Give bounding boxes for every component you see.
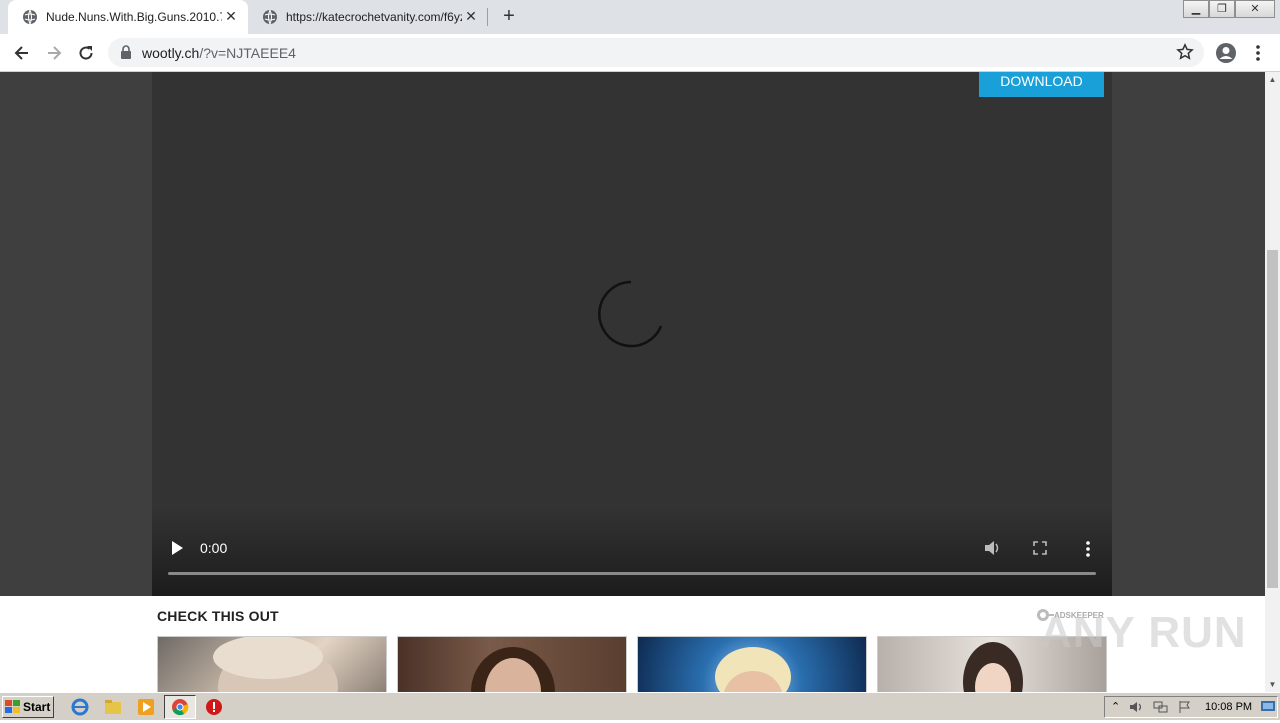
speaker-icon[interactable] [1129,700,1145,714]
promo-thumbnail[interactable] [157,636,387,692]
video-player[interactable]: DOWNLOAD 0:00 [152,72,1112,596]
address-bar[interactable]: wootly.ch/?v=NJTAEEE4 [108,38,1204,67]
tab-strip: Nude.Nuns.With.Big.Guns.2010.720 ✕ https… [0,0,1280,34]
taskbar: Start ⌃ 10:08 PM [0,692,1280,720]
reload-icon[interactable] [74,41,98,65]
thumbnail-image [715,647,791,692]
more-options-icon[interactable] [1082,540,1094,558]
tab-title: https://katecrochetvanity.com/f6yz [286,10,462,24]
current-time: 0:00 [200,540,228,556]
system-tray: ⌃ 10:08 PM [1104,696,1278,718]
section-title: CHECK THIS OUT [157,608,279,624]
tab-close-icon[interactable]: ✕ [224,9,238,23]
url-host: wootly.ch [142,45,200,61]
tray-expand-icon[interactable]: ⌃ [1111,700,1120,713]
folder-icon[interactable] [103,697,123,717]
url-path: /?v=NJTAEEE4 [199,45,296,61]
scroll-thumb[interactable] [1267,250,1278,588]
back-icon[interactable] [10,41,34,65]
start-label: Start [23,700,51,714]
tab-close-icon[interactable]: ✕ [464,9,478,23]
fullscreen-icon[interactable] [1032,540,1048,556]
page-scrollbar[interactable]: ▲ ▼ [1265,72,1280,692]
browser-toolbar: wootly.ch/?v=NJTAEEE4 [0,34,1280,72]
forward-icon[interactable] [42,41,66,65]
flag-icon[interactable] [1177,700,1193,714]
taskbar-chrome-button[interactable] [164,695,196,719]
tab-inactive[interactable]: https://katecrochetvanity.com/f6yz ✕ [248,0,488,34]
controls-gradient [152,506,1112,596]
url-text: wootly.ch/?v=NJTAEEE4 [142,45,296,61]
network-icon[interactable] [1153,700,1169,714]
tab-divider [487,8,488,26]
tab-title: Nude.Nuns.With.Big.Guns.2010.720 [46,10,222,24]
show-desktop-icon[interactable] [1261,701,1275,713]
scroll-down-icon[interactable]: ▼ [1265,677,1280,692]
page-viewport: DOWNLOAD 0:00 CHECK THIS OUT ADSKEEPER [0,72,1265,692]
globe-icon [263,9,277,25]
scroll-up-icon[interactable]: ▲ [1265,72,1280,87]
loading-spinner-icon [598,280,663,348]
seek-bar[interactable] [168,572,1096,575]
globe-icon [23,9,37,25]
tab-active[interactable]: Nude.Nuns.With.Big.Guns.2010.720 ✕ [8,0,248,34]
media-player-icon[interactable] [136,697,156,717]
windows-logo-icon [5,700,20,713]
download-button[interactable]: DOWNLOAD [979,72,1104,97]
bookmark-star-icon[interactable] [1176,43,1194,61]
promo-thumbnail[interactable] [397,636,627,692]
thumbnail-image [471,647,555,692]
volume-icon[interactable] [983,539,1001,557]
profile-icon[interactable] [1215,42,1237,64]
lock-icon [121,45,131,59]
minimize-icon[interactable]: ▁ [1183,0,1209,18]
restore-icon[interactable]: ❐ [1209,0,1235,18]
watermark: ANY RUN [1040,608,1247,657]
clock: 10:08 PM [1205,701,1253,713]
start-button[interactable]: Start [2,696,54,718]
play-icon[interactable] [170,540,184,556]
promo-thumbnail[interactable] [637,636,867,692]
chrome-icon [172,699,189,716]
internet-explorer-icon[interactable] [70,697,90,717]
new-tab-icon[interactable]: + [499,6,519,26]
stop-sign-icon[interactable] [204,697,224,717]
thumbnail-image [213,637,338,692]
menu-kebab-icon[interactable] [1252,44,1264,62]
close-window-icon[interactable]: ✕ [1235,0,1275,18]
